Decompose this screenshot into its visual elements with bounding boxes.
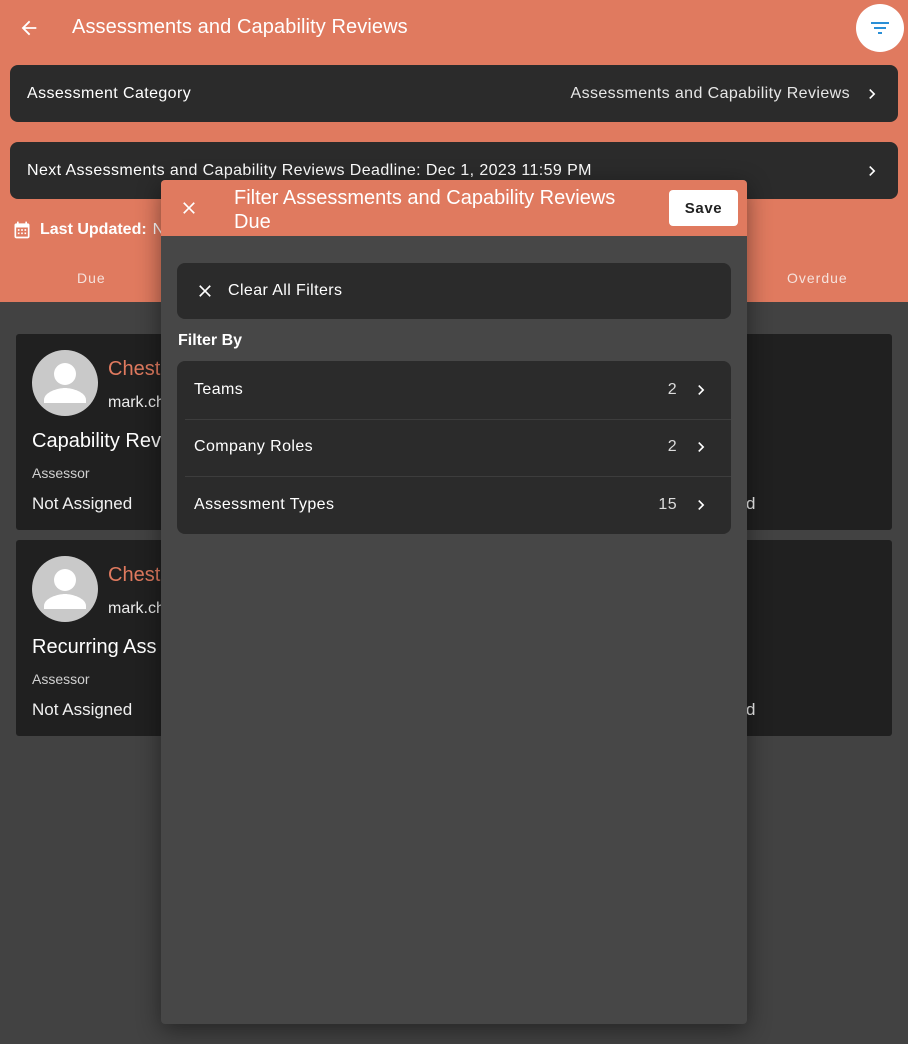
person-email: mark.ch: [108, 394, 165, 411]
page-title: Assessments and Capability Reviews: [72, 16, 408, 38]
filter-item-label: Teams: [194, 380, 244, 398]
clear-all-filters-button[interactable]: Clear All Filters: [177, 263, 731, 319]
arrow-left-icon: [21, 20, 37, 36]
assessor-label: Assessor: [32, 671, 90, 687]
chevron-right-icon: [691, 380, 711, 400]
person-name: Chest: [108, 358, 161, 380]
back-button[interactable]: [14, 13, 44, 43]
next-deadline-text: Next Assessments and Capability Reviews …: [27, 161, 592, 179]
chevron-right-icon: [862, 161, 882, 181]
card-title: Recurring Ass: [32, 636, 157, 658]
tab-due[interactable]: Due: [77, 270, 106, 286]
filter-dialog-header: Filter Assessments and Capability Review…: [161, 180, 747, 236]
close-button[interactable]: [175, 194, 203, 222]
last-updated: Last Updated: N: [12, 220, 164, 240]
calendar-icon: [14, 221, 30, 239]
chevron-right-icon: [691, 495, 711, 515]
assessment-category-label: Assessment Category: [27, 84, 192, 102]
chevron-right-icon: [691, 437, 711, 457]
save-button[interactable]: Save: [669, 190, 738, 226]
person-email: mark.ch: [108, 600, 165, 617]
filter-item-assessment-types[interactable]: Assessment Types 15: [177, 476, 731, 534]
filter-icon: [871, 22, 889, 34]
status-value: d: [746, 700, 756, 719]
last-updated-label: Last Updated:: [40, 221, 147, 238]
person-name: Chest: [108, 564, 161, 586]
filter-item-count: 2: [667, 380, 677, 398]
status-value: d: [746, 494, 756, 513]
assessment-category-value: Assessments and Capability Reviews: [570, 84, 850, 102]
filter-button[interactable]: [856, 4, 904, 52]
chevron-right-icon: [862, 84, 882, 104]
assessor-value: Not Assigned: [32, 494, 133, 513]
filter-by-heading: Filter By: [178, 332, 243, 349]
assessor-value: Not Assigned: [32, 700, 133, 719]
person-icon: [44, 363, 86, 403]
clear-all-filters-label: Clear All Filters: [228, 282, 343, 299]
avatar: [32, 556, 98, 622]
tab-overdue[interactable]: Overdue: [787, 270, 848, 286]
filter-dialog: Filter Assessments and Capability Review…: [161, 180, 747, 1024]
filter-dialog-title: Filter Assessments and Capability Review…: [234, 187, 616, 233]
card-title: Capability Rev: [32, 430, 161, 452]
filter-item-label: Company Roles: [194, 438, 314, 456]
avatar: [32, 350, 98, 416]
close-icon: [183, 202, 195, 214]
filter-item-teams[interactable]: Teams 2: [177, 361, 731, 419]
filter-item-label: Assessment Types: [194, 495, 335, 513]
filter-list: Teams 2 Company Roles 2 Assessment Types…: [177, 361, 731, 534]
filter-item-count: 2: [667, 438, 677, 456]
filter-item-company-roles[interactable]: Company Roles 2: [177, 418, 731, 477]
close-icon: [193, 279, 217, 303]
assessor-label: Assessor: [32, 465, 90, 481]
assessment-category-selector[interactable]: Assessment Category Assessments and Capa…: [10, 65, 898, 122]
person-icon: [44, 569, 86, 609]
filter-item-count: 15: [658, 495, 677, 513]
